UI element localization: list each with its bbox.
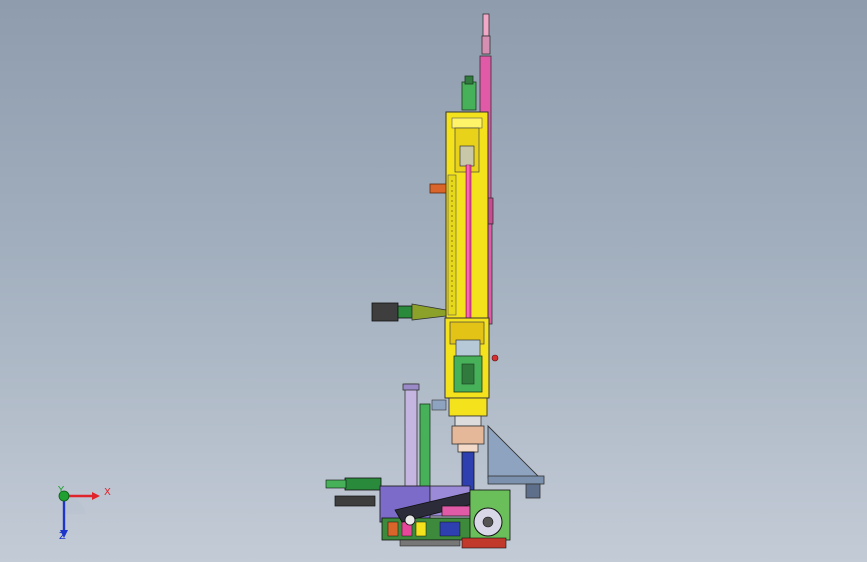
machine-assembly-icon[interactable]	[0, 0, 867, 562]
z-axis-label: Z	[59, 531, 66, 542]
cad-viewport[interactable]: X Y Z	[0, 0, 867, 562]
y-axis-label: Y	[58, 485, 65, 496]
x-axis-label: X	[104, 487, 111, 498]
